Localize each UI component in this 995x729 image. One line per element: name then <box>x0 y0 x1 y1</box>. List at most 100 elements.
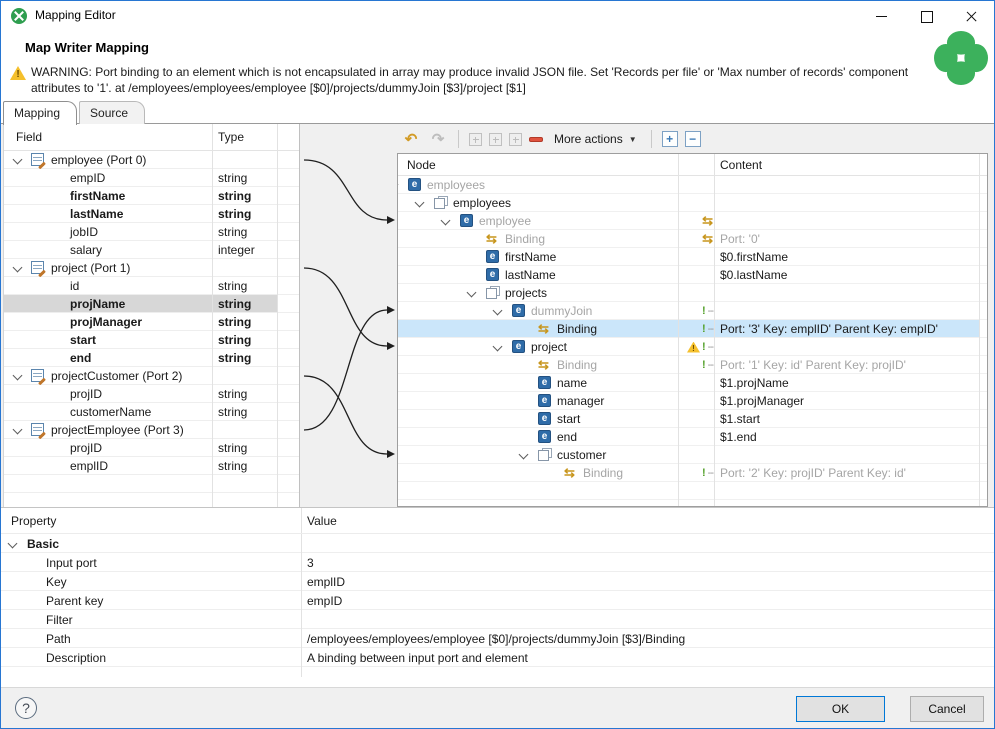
tree-row-binding[interactable]: ⇆Binding!--Port: '1' Key: id' Parent Key… <box>398 356 987 374</box>
tree-row-manager[interactable]: emanager$1.projManager <box>398 392 987 410</box>
column-divider <box>714 154 715 175</box>
field-row[interactable]: startstring <box>4 331 299 349</box>
chevron-down-icon[interactable] <box>441 216 451 226</box>
ok-button[interactable]: OK <box>796 696 885 722</box>
node-content: Port: '3' Key: emplID' Parent Key: empID… <box>714 322 938 336</box>
chevron-down-icon[interactable] <box>493 342 503 352</box>
chevron-down-icon[interactable] <box>493 306 503 316</box>
binding-arrows-icon: ⇆ <box>538 358 549 371</box>
tree-row-customer[interactable]: customer <box>398 446 987 464</box>
node-column-header: Node <box>407 158 436 172</box>
field-row[interactable]: employee (Port 0) <box>4 151 299 169</box>
undo-icon[interactable]: ↶ <box>401 129 421 149</box>
array-icon <box>538 448 552 461</box>
expand-all-icon[interactable]: + <box>662 131 678 147</box>
field-row[interactable]: firstNamestring <box>4 187 299 205</box>
element-icon: e <box>460 214 473 227</box>
node-content: $1.projName <box>714 376 789 390</box>
tree-row-start[interactable]: estart$1.start <box>398 410 987 428</box>
chevron-down-icon[interactable] <box>415 198 425 208</box>
property-row-description[interactable]: DescriptionA binding between input port … <box>1 648 995 667</box>
property-row-key[interactable]: KeyemplID <box>1 572 995 591</box>
chevron-down-icon[interactable] <box>13 425 23 435</box>
tree-row-lastname[interactable]: elastName$0.lastName <box>398 266 987 284</box>
field-type: string <box>218 297 251 311</box>
close-icon[interactable] <box>949 1 994 31</box>
field-label: salary <box>70 243 102 257</box>
field-row[interactable]: idstring <box>4 277 299 295</box>
tree-row-projects[interactable]: projects <box>398 284 987 302</box>
tree-row-firstname[interactable]: efirstName$0.firstName <box>398 248 987 266</box>
property-row-basic[interactable]: Basic <box>1 534 995 553</box>
mapping-wire-1[interactable] <box>304 268 387 346</box>
tree-row-binding[interactable]: ⇆Binding!--Port: '3' Key: emplID' Parent… <box>398 320 987 338</box>
tree-row-binding[interactable]: ⇆Binding!--Port: '2' Key: projID' Parent… <box>398 464 987 482</box>
minimize-icon[interactable] <box>859 1 904 31</box>
field-row[interactable]: endstring <box>4 349 299 367</box>
chevron-down-icon[interactable] <box>13 371 23 381</box>
property-row-input-port[interactable]: Input port3 <box>1 553 995 572</box>
node-label: manager <box>557 394 604 408</box>
property-table: Property Value BasicInput port3KeyemplID… <box>1 507 995 677</box>
mapping-wire-0[interactable] <box>304 160 387 220</box>
cancel-button[interactable]: Cancel <box>910 696 984 722</box>
tab-mapping[interactable]: Mapping <box>3 101 77 125</box>
maximize-icon[interactable] <box>904 1 949 31</box>
field-label: emplID <box>70 459 108 473</box>
field-row[interactable]: projIDstring <box>4 385 299 403</box>
tree-row-dummyjoin[interactable]: edummyJoin!-- <box>398 302 987 320</box>
mapping-wire-2[interactable] <box>304 376 387 454</box>
tree-row-end[interactable]: eend$1.end <box>398 428 987 446</box>
element-icon: e <box>538 430 551 443</box>
field-row[interactable]: projectEmployee (Port 3) <box>4 421 299 439</box>
node-label: lastName <box>505 268 556 282</box>
window-controls <box>859 1 994 31</box>
type-column-header: Type <box>218 130 244 144</box>
help-button[interactable]: ? <box>15 697 37 719</box>
tree-row-employees[interactable]: eemployees <box>398 176 987 194</box>
add-element-icon[interactable] <box>489 133 502 146</box>
field-row[interactable]: salaryinteger <box>4 241 299 259</box>
field-row[interactable]: empIDstring <box>4 169 299 187</box>
property-row-filter[interactable]: Filter <box>1 610 995 629</box>
node-label: Binding <box>505 232 545 246</box>
collapse-all-icon[interactable]: − <box>685 131 701 147</box>
tree-row-name[interactable]: ename$1.projName <box>398 374 987 392</box>
tab-strip: MappingSource <box>1 101 994 124</box>
field-row[interactable]: customerNamestring <box>4 403 299 421</box>
field-type: string <box>218 225 247 239</box>
remove-icon[interactable] <box>529 137 543 142</box>
tree-row-binding[interactable]: ⇆Binding⇆Port: '0' <box>398 230 987 248</box>
content-column-header: Content <box>720 158 762 172</box>
field-row[interactable]: lastNamestring <box>4 205 299 223</box>
field-row[interactable]: projIDstring <box>4 439 299 457</box>
property-value: A binding between input port and element <box>307 651 528 665</box>
redo-icon[interactable]: ↷ <box>428 129 448 149</box>
chevron-down-icon[interactable] <box>467 288 477 298</box>
tab-source[interactable]: Source <box>79 101 145 124</box>
chevron-down-icon[interactable] <box>13 155 23 165</box>
add-attribute-icon[interactable] <box>509 133 522 146</box>
field-row[interactable]: projectCustomer (Port 2) <box>4 367 299 385</box>
more-actions-button[interactable]: More actions ▼ <box>550 130 641 148</box>
field-row[interactable]: project (Port 1) <box>4 259 299 277</box>
tree-row-project[interactable]: eproject!!-- <box>398 338 987 356</box>
add-child-element-icon[interactable] <box>469 133 482 146</box>
field-row[interactable]: projManagerstring <box>4 313 299 331</box>
property-label: Input port <box>46 556 97 570</box>
tree-row-employees[interactable]: employees <box>398 194 987 212</box>
chevron-down-icon[interactable] <box>8 539 18 549</box>
field-row[interactable]: projNamestring <box>4 295 299 313</box>
dialog-title: Map Writer Mapping <box>25 40 149 55</box>
field-row[interactable]: jobIDstring <box>4 223 299 241</box>
chevron-down-icon[interactable] <box>397 180 398 190</box>
column-divider <box>301 508 302 533</box>
chevron-down-icon[interactable] <box>13 263 23 273</box>
warning-icon-glyph: ! <box>10 67 26 81</box>
chevron-down-icon[interactable] <box>519 450 529 460</box>
property-row-path[interactable]: Path/employees/employees/employee [$0]/p… <box>1 629 995 648</box>
property-row-parent-key[interactable]: Parent keyempID <box>1 591 995 610</box>
node-label: end <box>557 430 577 444</box>
field-row[interactable]: emplIDstring <box>4 457 299 475</box>
tree-row-employee[interactable]: eemployee⇆ <box>398 212 987 230</box>
